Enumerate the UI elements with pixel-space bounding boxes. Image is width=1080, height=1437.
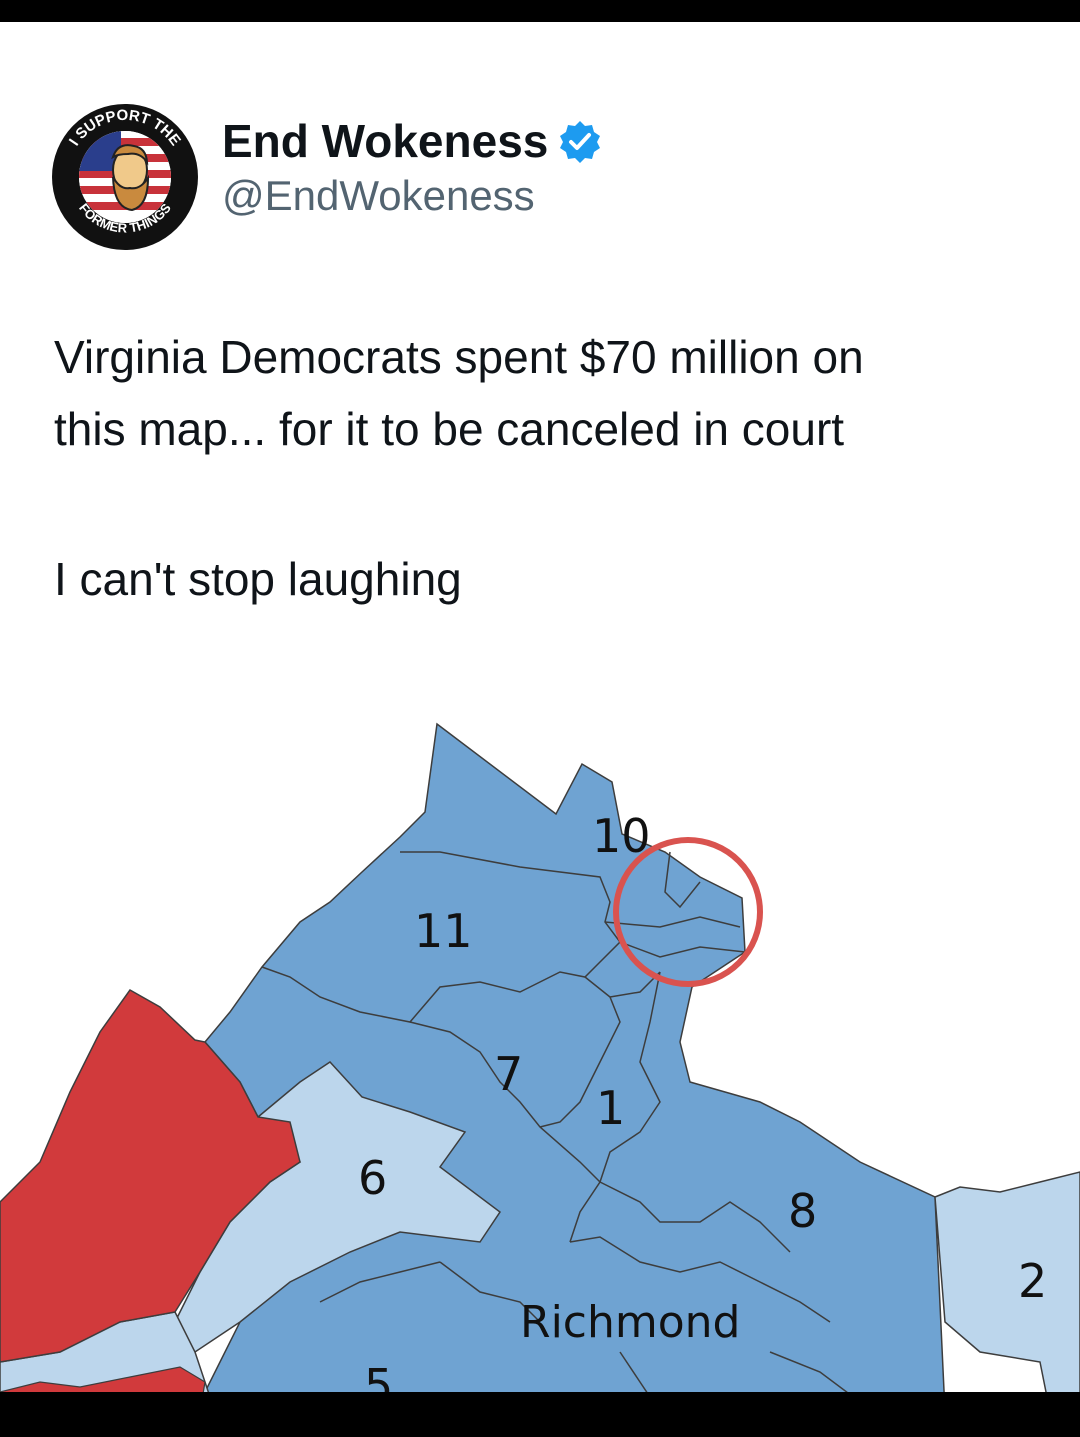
verified-badge-icon [560,121,601,163]
district-label-1: 1 [596,1081,625,1135]
city-label-richmond: Richmond [520,1297,740,1348]
display-name-text[interactable]: End Wokeness [222,114,548,168]
tweet-text-line-3: I can't stop laughing [54,553,462,605]
display-name[interactable]: End Wokeness [222,114,602,168]
avatar[interactable]: I SUPPORT THE FORMER THINGS [50,102,200,252]
district-label-6: 6 [358,1151,387,1205]
tweet-text-line-1: Virginia Democrats spent $70 million on [54,331,864,383]
bottom-black-bar [0,1392,1080,1437]
tweet-card: I SUPPORT THE FORMER THINGS End Wokeness [0,22,1080,1392]
district-label-5: 5 [364,1359,393,1392]
district-label-7: 7 [494,1047,523,1101]
district-label-8: 8 [788,1184,817,1238]
district-label-10: 10 [592,809,651,863]
user-handle[interactable]: @EndWokeness [222,172,535,220]
district-map-image[interactable]: 10 11 7 1 6 8 2 5 Richmond [0,652,1080,1392]
tweet-text-line-2: this map... for it to be canceled in cou… [54,403,845,455]
district-label-2: 2 [1018,1254,1047,1308]
district-label-11: 11 [414,904,473,958]
chad-face-icon [111,144,150,212]
